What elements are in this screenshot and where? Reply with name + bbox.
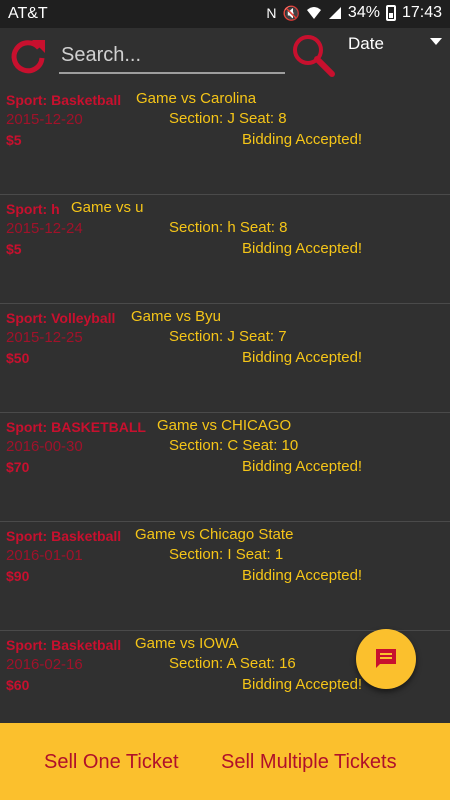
battery-percent: 34% <box>347 4 380 21</box>
ticket-row[interactable]: Sport: Basketball Game vs Chicago State … <box>0 522 450 631</box>
game-label: Game vs IOWA <box>135 635 239 652</box>
ticket-row[interactable]: Sport: Basketball Game vs Carolina 2015-… <box>0 86 450 195</box>
bottom-action-bar: Sell One Ticket Sell Multiple Tickets <box>0 723 450 800</box>
price-label: $60 <box>6 677 30 693</box>
seat-label: Section: J Seat: 7 <box>169 328 287 345</box>
refresh-icon[interactable] <box>8 36 48 76</box>
game-label: Game vs Chicago State <box>135 526 294 543</box>
status-label: Bidding Accepted! <box>242 676 363 693</box>
date-label: 2015-12-20 <box>6 111 83 128</box>
ticket-row[interactable]: Sport: h Game vs u 2015-12-24 Section: h… <box>0 195 450 304</box>
sport-label: Sport: Basketball <box>6 92 122 108</box>
price-label: $50 <box>6 350 30 366</box>
game-label: Game vs Carolina <box>136 90 257 107</box>
date-label: 2016-01-01 <box>6 547 83 564</box>
price-label: $70 <box>6 459 30 475</box>
seat-label: Section: h Seat: 8 <box>169 219 288 236</box>
price-label: $5 <box>6 132 22 148</box>
search-icon[interactable] <box>290 32 336 78</box>
seat-label: Section: A Seat: 16 <box>169 655 296 672</box>
date-label: 2016-00-30 <box>6 438 83 455</box>
toolbar: Date <box>0 28 450 86</box>
price-label: $90 <box>6 568 30 584</box>
date-label: 2015-12-25 <box>6 329 83 346</box>
message-icon <box>376 649 396 668</box>
sport-label: Sport: Basketball <box>6 528 122 544</box>
date-label: 2016-02-16 <box>6 656 83 673</box>
status-bar: AT&T N 🔇 34% 17:43 <box>0 0 450 28</box>
battery-icon <box>385 5 396 21</box>
sport-label: Sport: Basketball <box>6 637 122 653</box>
status-icons: N 🔇 34% 17:43 <box>266 4 442 22</box>
nfc-icon: N <box>266 5 277 21</box>
ticket-row[interactable]: Sport: Volleyball Game vs Byu 2015-12-25… <box>0 304 450 413</box>
sport-label: Sport: BASKETBALL <box>6 419 146 435</box>
seat-label: Section: J Seat: 8 <box>169 110 287 127</box>
signal-icon <box>328 7 341 19</box>
sport-label: Sport: h <box>6 201 60 217</box>
status-label: Bidding Accepted! <box>242 349 363 366</box>
wifi-icon <box>306 7 321 19</box>
game-label: Game vs CHICAGO <box>157 417 292 434</box>
seat-label: Section: I Seat: 1 <box>169 546 284 563</box>
dropdown-caret-icon <box>430 38 442 45</box>
sell-one-ticket-button[interactable]: Sell One Ticket <box>44 751 179 774</box>
game-label: Game vs Byu <box>131 308 222 325</box>
price-label: $5 <box>6 241 22 257</box>
carrier-label: AT&T <box>8 5 48 22</box>
search-input[interactable] <box>59 38 285 74</box>
ticket-row[interactable]: Sport: BASKETBALL Game vs CHICAGO 2016-0… <box>0 413 450 522</box>
status-label: Bidding Accepted! <box>242 567 363 584</box>
status-label: Bidding Accepted! <box>242 458 363 475</box>
status-label: Bidding Accepted! <box>242 131 363 148</box>
sport-label: Sport: Volleyball <box>6 310 116 326</box>
sort-dropdown[interactable]: Date <box>348 32 446 62</box>
clock: 17:43 <box>401 4 442 21</box>
message-fab[interactable] <box>356 629 416 689</box>
sell-multiple-tickets-button[interactable]: Sell Multiple Tickets <box>221 751 397 774</box>
seat-label: Section: C Seat: 10 <box>169 437 299 454</box>
date-label: 2015-12-24 <box>6 220 83 237</box>
sort-value: Date <box>348 34 384 53</box>
status-label: Bidding Accepted! <box>242 240 363 257</box>
game-label: Game vs u <box>71 199 144 216</box>
mute-icon: 🔇 <box>282 4 300 21</box>
